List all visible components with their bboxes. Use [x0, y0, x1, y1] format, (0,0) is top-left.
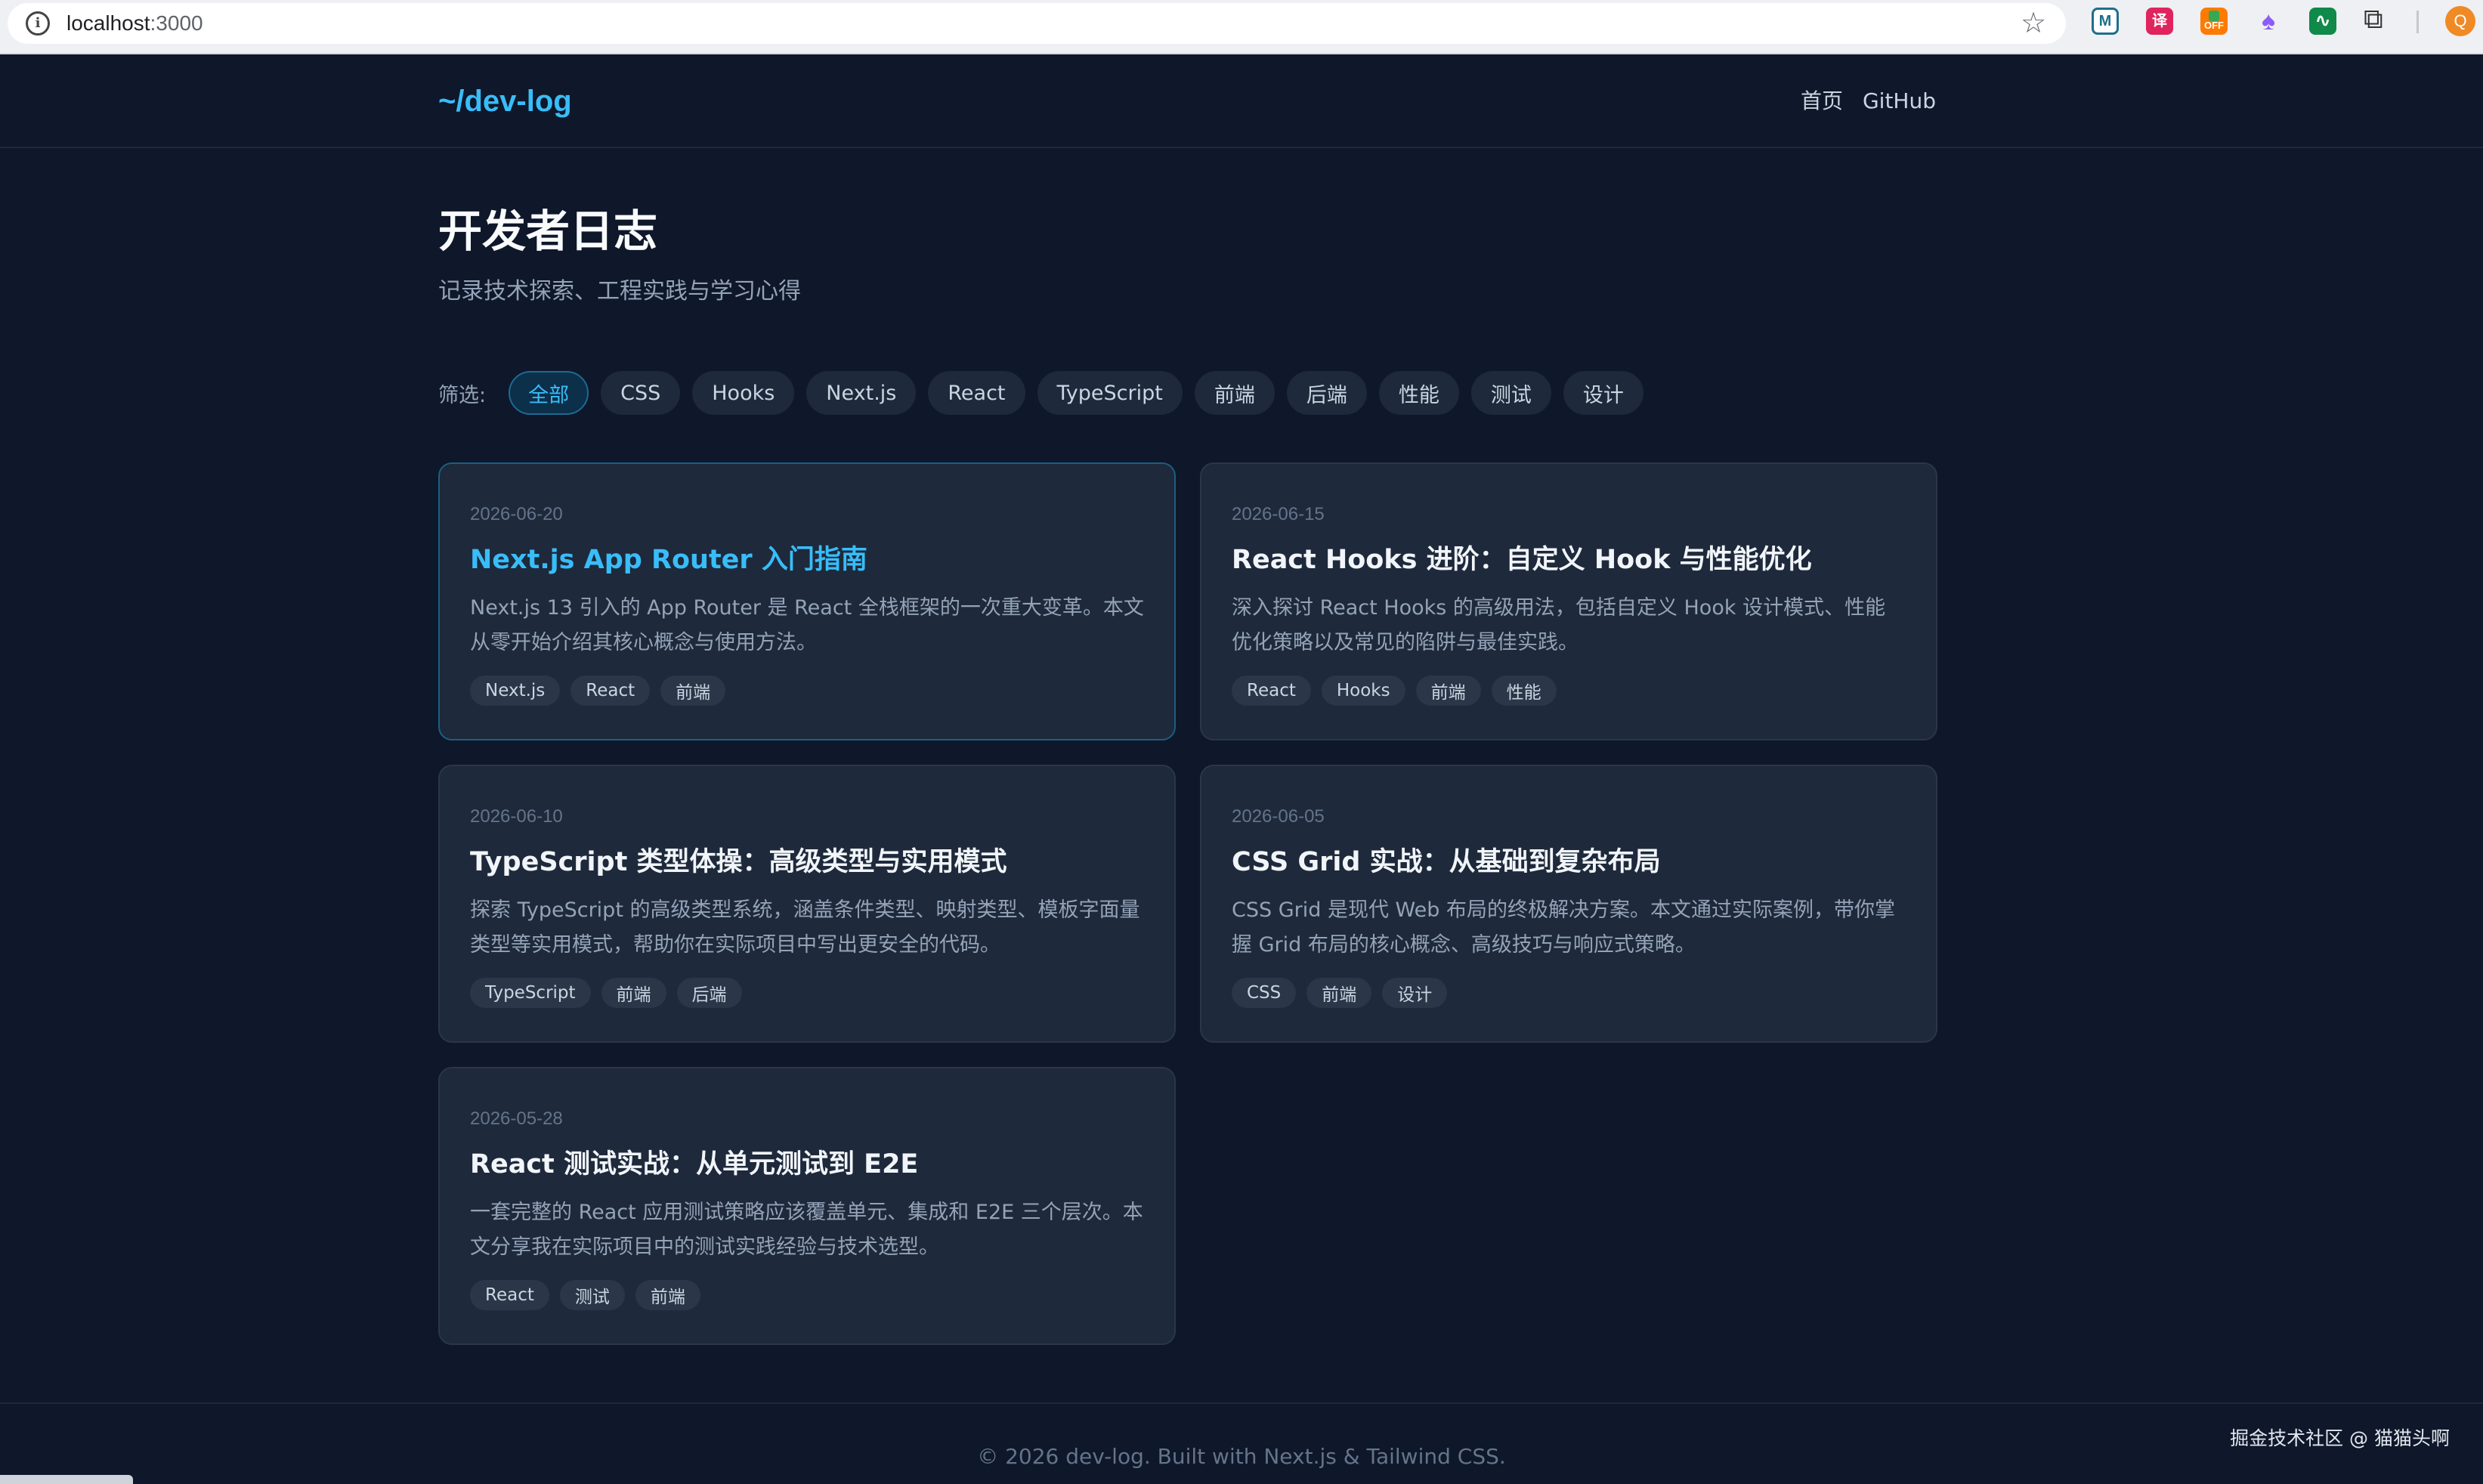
post-tag[interactable]: 测试 [559, 1280, 625, 1310]
post-tag[interactable]: 前端 [1306, 978, 1372, 1008]
post-tags: CSS 前端 设计 [1232, 978, 1906, 1008]
post-tag[interactable]: 前端 [635, 1280, 700, 1310]
post-tag[interactable]: Next.js [470, 676, 561, 706]
extension-m-icon[interactable]: M [2092, 8, 2119, 35]
post-tag[interactable]: Hooks [1321, 676, 1405, 706]
post-date: 2026-06-10 [470, 806, 563, 827]
post-card[interactable]: 2026-05-28 React 测试实战：从单元测试到 E2E 一套完整的 R… [438, 1067, 1176, 1345]
filter-chip-react[interactable]: React [928, 371, 1025, 415]
post-tags: React Hooks 前端 性能 [1232, 676, 1906, 706]
post-tag[interactable]: 前端 [660, 676, 726, 706]
post-date: 2026-06-05 [1232, 806, 1325, 827]
post-excerpt: 深入探讨 React Hooks 的高级用法，包括自定义 Hook 设计模式、性… [1232, 596, 1886, 654]
post-card[interactable]: 2026-06-05 CSS Grid 实战：从基础到复杂布局 CSS Grid… [1200, 765, 1937, 1043]
address-bar[interactable]: i localhost:3000 ☆ [8, 3, 2066, 44]
browser-toolbar: i localhost:3000 ☆ M 译 OFF ♠ ∿ ⧉ Q [0, 0, 2483, 54]
post-title[interactable]: React Hooks 进阶：自定义 Hook 与性能优化 [1232, 543, 1906, 577]
post-tag[interactable]: 前端 [1415, 676, 1481, 706]
post-grid: 2026-06-20 Next.js App Router 入门指南 Next.… [438, 462, 1937, 1345]
site-footer: © 2026 dev-log. Built with Next.js & Tai… [0, 1402, 2483, 1484]
toolbar-divider [2417, 11, 2419, 33]
post-tags: React 测试 前端 [470, 1280, 1144, 1310]
post-tag[interactable]: 设计 [1382, 978, 1448, 1008]
url-host: localhost [66, 11, 150, 35]
tag-filter-bar: 筛选: 全部 CSS Hooks Next.js React TypeScrip… [438, 370, 1643, 416]
page-subtitle: 记录技术探索、工程实践与学习心得 [438, 278, 801, 305]
site-logo[interactable]: ~/dev-log [438, 83, 572, 119]
filter-chip-design[interactable]: 设计 [1563, 371, 1643, 415]
filter-chip-nextjs[interactable]: Next.js [806, 371, 917, 415]
page-title: 开发者日志 [438, 206, 658, 257]
filter-label: 筛选: [438, 383, 487, 407]
watermark: 掘金技术社区 @ 猫猫头啊 [2230, 1427, 2450, 1449]
main-nav: 首页 GitHub [1801, 88, 1936, 115]
extension-pulse-icon[interactable]: ∿ [2309, 8, 2336, 35]
post-tags: TypeScript 前端 后端 [470, 978, 1144, 1008]
filter-chip-typescript[interactable]: TypeScript [1037, 371, 1183, 415]
post-tag[interactable]: TypeScript [470, 978, 591, 1008]
bookmark-star-icon[interactable]: ☆ [2021, 8, 2046, 38]
post-card[interactable]: 2026-06-20 Next.js App Router 入门指南 Next.… [438, 462, 1176, 740]
post-date: 2026-06-20 [470, 504, 563, 524]
post-excerpt: Next.js 13 引入的 App Router 是 React 全栈框架的一… [470, 596, 1144, 654]
site-info-icon[interactable]: i [26, 11, 50, 36]
post-tag[interactable]: React [1232, 676, 1311, 706]
horizontal-scrollbar[interactable] [0, 1475, 133, 1484]
url-text[interactable]: localhost:3000 [66, 10, 203, 37]
filter-chip-frontend[interactable]: 前端 [1194, 371, 1275, 415]
post-date: 2026-06-15 [1232, 504, 1325, 524]
filter-chip-hooks[interactable]: Hooks [692, 371, 795, 415]
post-title[interactable]: CSS Grid 实战：从基础到复杂布局 [1232, 845, 1906, 880]
nav-github-link[interactable]: GitHub [1863, 88, 1936, 115]
footer-copyright: © 2026 dev-log. Built with Next.js & Tai… [977, 1444, 1506, 1469]
post-title[interactable]: TypeScript 类型体操：高级类型与实用模式 [470, 845, 1144, 880]
nav-home-link[interactable]: 首页 [1801, 88, 1843, 115]
extension-purple-icon[interactable]: ♠ [2255, 8, 2282, 35]
post-excerpt: CSS Grid 是现代 Web 布局的终极解决方案。本文通过实际案例，带你掌握… [1232, 898, 1895, 957]
post-tag[interactable]: 前端 [601, 978, 666, 1008]
post-title[interactable]: Next.js App Router 入门指南 [470, 543, 1144, 577]
url-port: :3000 [150, 11, 203, 35]
post-excerpt: 探索 TypeScript 的高级类型系统，涵盖条件类型、映射类型、模板字面量类… [470, 898, 1140, 957]
post-tags: Next.js React 前端 [470, 676, 1144, 706]
post-card[interactable]: 2026-06-15 React Hooks 进阶：自定义 Hook 与性能优化… [1200, 462, 1937, 740]
filter-chip-performance[interactable]: 性能 [1378, 371, 1459, 415]
post-tag[interactable]: React [571, 676, 651, 706]
post-tag[interactable]: React [470, 1280, 549, 1310]
filter-chip-testing[interactable]: 测试 [1470, 371, 1551, 415]
filter-chip-all[interactable]: 全部 [509, 371, 589, 415]
extensions-puzzle-icon[interactable]: ⧉ [2364, 5, 2383, 35]
filter-chip-backend[interactable]: 后端 [1286, 371, 1367, 415]
extension-off-icon[interactable]: OFF [2200, 8, 2228, 35]
post-tag[interactable]: 性能 [1491, 676, 1557, 706]
filter-chip-css[interactable]: CSS [601, 371, 681, 415]
post-tag[interactable]: CSS [1232, 978, 1297, 1008]
post-tag[interactable]: 后端 [676, 978, 742, 1008]
extension-translate-icon[interactable]: 译 [2146, 8, 2173, 35]
site-header: ~/dev-log 首页 GitHub [0, 54, 2483, 148]
post-excerpt: 一套完整的 React 应用测试策略应该覆盖单元、集成和 E2E 三个层次。本文… [470, 1201, 1143, 1259]
post-card[interactable]: 2026-06-10 TypeScript 类型体操：高级类型与实用模式 探索 … [438, 765, 1176, 1043]
post-title[interactable]: React 测试实战：从单元测试到 E2E [470, 1147, 1144, 1182]
post-date: 2026-05-28 [470, 1108, 563, 1129]
profile-avatar[interactable]: Q [2445, 6, 2475, 36]
